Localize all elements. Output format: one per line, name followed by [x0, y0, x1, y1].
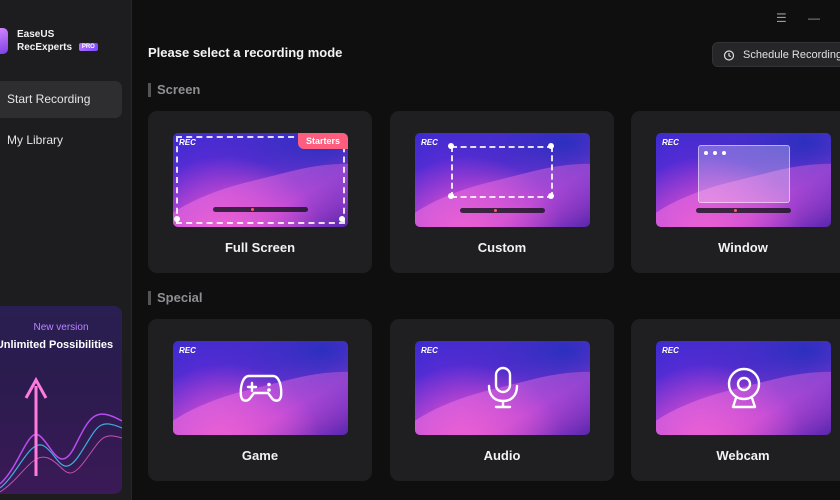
rec-indicator: REC: [179, 346, 196, 355]
microphone-icon: [487, 366, 518, 409]
resize-handle: [174, 216, 180, 222]
card-label: Game: [241, 448, 279, 463]
rec-indicator: REC: [662, 346, 679, 355]
card-custom[interactable]: REC Custom: [390, 111, 614, 273]
card-label: Audio: [483, 448, 521, 463]
resize-handle: [548, 143, 554, 149]
gamepad-icon: [239, 374, 282, 402]
rec-indicator: REC: [421, 346, 438, 355]
brand-name: EaseUS RecExperts PRO: [17, 28, 98, 54]
sidebar: EaseUS RecExperts PRO Start Recording My…: [0, 0, 132, 500]
card-game[interactable]: REC Game: [148, 319, 372, 481]
pro-badge: PRO: [78, 43, 98, 52]
sidebar-item-start-recording[interactable]: Start Recording: [0, 81, 122, 118]
page-title: Please select a recording mode: [148, 45, 343, 60]
recording-control-bar: [696, 208, 791, 213]
starters-badge: Starters: [297, 133, 348, 149]
card-label: Webcam: [716, 448, 770, 463]
window-preview: REC: [656, 133, 831, 227]
minimize-icon[interactable]: —: [808, 11, 820, 25]
recording-control-bar: [213, 207, 308, 212]
schedule-recording-button[interactable]: Schedule Recording: [712, 42, 840, 67]
audio-preview: REC: [415, 341, 590, 435]
window-mockup: [698, 145, 790, 203]
card-audio[interactable]: REC Audio: [390, 319, 614, 481]
webcam-icon: [727, 367, 760, 409]
rec-indicator: REC: [421, 138, 438, 147]
brand: EaseUS RecExperts PRO: [0, 28, 98, 54]
resize-handle: [548, 193, 554, 199]
resize-handle: [339, 216, 345, 222]
game-preview: REC: [173, 341, 348, 435]
alarm-clock-icon: [723, 49, 735, 61]
resize-handle: [448, 143, 454, 149]
card-webcam[interactable]: REC Webcam: [631, 319, 840, 481]
promo-title: Unlimited Possibilities: [0, 339, 114, 351]
card-full-screen[interactable]: REC Starters Full Screen: [148, 111, 372, 273]
card-label: Window: [718, 240, 768, 255]
section-label-screen: Screen: [148, 83, 200, 97]
card-window[interactable]: REC Window: [631, 111, 840, 273]
resize-handle: [448, 193, 454, 199]
promo-graph-art: [0, 376, 122, 493]
section-label-special: Special: [148, 291, 203, 305]
rec-indicator: REC: [662, 138, 679, 147]
custom-preview: REC: [415, 133, 590, 227]
card-label: Custom: [477, 240, 527, 255]
recording-control-bar: [460, 208, 545, 213]
promo-kicker: New version: [33, 322, 89, 333]
rec-indicator: REC: [179, 138, 196, 147]
selection-frame: [451, 146, 553, 198]
webcam-preview: REC: [656, 341, 831, 435]
app-logo-icon: [0, 28, 8, 54]
promo-banner[interactable]: New version Unlimited Possibilities: [0, 306, 122, 494]
card-label: Full Screen: [224, 240, 296, 255]
sidebar-item-my-library[interactable]: My Library: [0, 122, 122, 159]
full-screen-preview: REC Starters: [173, 133, 348, 227]
menu-icon[interactable]: ☰: [776, 11, 787, 25]
